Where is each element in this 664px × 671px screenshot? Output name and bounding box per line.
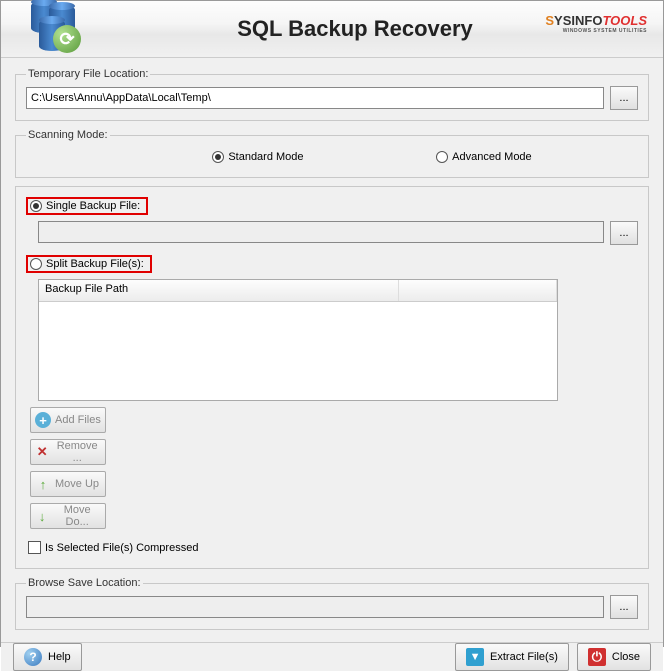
radio-icon: [30, 258, 42, 270]
extract-files-button[interactable]: ▼ Extract File(s): [455, 643, 569, 671]
temp-location-group: Temporary File Location: ...: [15, 68, 649, 121]
temp-location-browse-button[interactable]: ...: [610, 86, 638, 110]
split-backup-label: Split Backup File(s):: [46, 258, 144, 270]
split-backup-table[interactable]: Backup File Path: [38, 279, 558, 401]
radio-icon: [30, 200, 42, 212]
content-area: Temporary File Location: ... Scanning Mo…: [1, 58, 663, 642]
temp-location-input[interactable]: [26, 87, 604, 109]
split-backup-radio[interactable]: Split Backup File(s):: [26, 255, 152, 273]
brand-logo: SYSINFOTOOLS WINDOWS SYSTEM UTILITIES: [545, 13, 647, 34]
save-location-browse-button[interactable]: ...: [610, 595, 638, 619]
advanced-mode-radio[interactable]: Advanced Mode: [436, 151, 532, 163]
standard-mode-label: Standard Mode: [228, 151, 303, 163]
single-backup-radio[interactable]: Single Backup File:: [26, 197, 148, 215]
app-window: ⟳ SQL Backup Recovery SYSINFOTOOLS WINDO…: [0, 0, 664, 647]
move-down-button[interactable]: ↓ Move Do...: [30, 503, 106, 529]
app-icon: ⟳: [31, 1, 87, 57]
table-column-blank: [399, 280, 557, 301]
scanning-mode-group: Scanning Mode: Standard Mode Advanced Mo…: [15, 129, 649, 178]
temp-location-legend: Temporary File Location:: [26, 68, 150, 80]
help-icon: ?: [24, 648, 42, 666]
advanced-mode-label: Advanced Mode: [452, 151, 532, 163]
arrow-up-icon: ↑: [35, 476, 51, 492]
move-up-button[interactable]: ↑ Move Up: [30, 471, 106, 497]
save-location-legend: Browse Save Location:: [26, 577, 143, 589]
x-icon: ✕: [35, 444, 49, 460]
add-files-button[interactable]: + Add Files: [30, 407, 106, 433]
help-button[interactable]: ? Help: [13, 643, 82, 671]
close-button[interactable]: ⏻ Close: [577, 643, 651, 671]
header: ⟳ SQL Backup Recovery SYSINFOTOOLS WINDO…: [1, 1, 663, 58]
save-location-input[interactable]: [26, 596, 604, 618]
scanning-mode-legend: Scanning Mode:: [26, 129, 110, 141]
split-backup-buttons: + Add Files ✕ Remove ... ↑ Move Up ↓ Mov…: [30, 407, 106, 529]
radio-icon: [436, 151, 448, 163]
single-backup-label: Single Backup File:: [46, 200, 140, 212]
power-icon: ⏻: [588, 648, 606, 666]
footer: ? Help ▼ Extract File(s) ⏻ Close: [1, 642, 663, 671]
save-location-group: Browse Save Location: ...: [15, 577, 649, 630]
checkbox-icon: [28, 541, 41, 554]
table-column-path: Backup File Path: [39, 280, 399, 301]
radio-icon: [212, 151, 224, 163]
download-icon: ▼: [466, 648, 484, 666]
remove-button[interactable]: ✕ Remove ...: [30, 439, 106, 465]
backup-file-group: Single Backup File: ... Split Backup Fil…: [15, 186, 649, 569]
arrow-down-icon: ↓: [35, 508, 49, 524]
single-backup-input[interactable]: [38, 221, 604, 243]
table-header: Backup File Path: [39, 280, 557, 302]
compressed-checkbox-row[interactable]: Is Selected File(s) Compressed: [28, 541, 638, 554]
single-backup-browse-button[interactable]: ...: [610, 221, 638, 245]
plus-icon: +: [35, 412, 51, 428]
compressed-label: Is Selected File(s) Compressed: [45, 542, 198, 554]
standard-mode-radio[interactable]: Standard Mode: [212, 151, 303, 163]
